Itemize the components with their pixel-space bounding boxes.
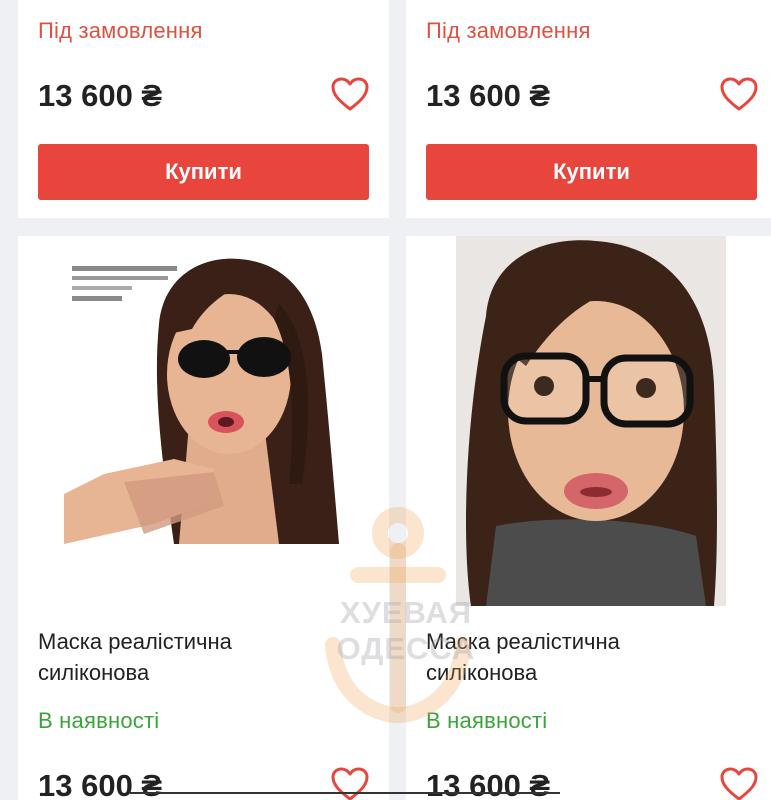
- product-photo[interactable]: [64, 244, 354, 544]
- product-price: 13 600 ₴: [426, 768, 551, 800]
- heart-icon[interactable]: [330, 766, 370, 800]
- product-price: 13 600 ₴: [426, 78, 551, 113]
- buy-button[interactable]: Купити: [38, 144, 369, 200]
- product-title-line[interactable]: силіконова: [426, 657, 620, 688]
- availability-status: Під замовлення: [426, 18, 591, 43]
- heart-icon[interactable]: [719, 766, 759, 800]
- product-price: 13 600 ₴: [38, 768, 163, 800]
- product-card[interactable]: Маска реалістична силіконова В наявності…: [18, 236, 389, 800]
- heart-icon[interactable]: [330, 76, 370, 112]
- product-title-line[interactable]: Маска реалістична: [426, 626, 620, 657]
- divider: [130, 792, 560, 794]
- product-title[interactable]: Маска реалістична силіконова: [38, 626, 232, 688]
- availability-status: Під замовлення: [38, 18, 203, 43]
- product-card[interactable]: Під замовлення 13 600 ₴ Купити: [18, 0, 389, 218]
- heart-icon[interactable]: [719, 76, 759, 112]
- product-price: 13 600 ₴: [38, 78, 163, 113]
- buy-button[interactable]: Купити: [426, 144, 757, 200]
- availability-status: В наявності: [38, 708, 160, 733]
- product-title-line[interactable]: Маска реалістична: [38, 626, 232, 657]
- product-title-line[interactable]: силіконова: [38, 657, 232, 688]
- product-photo[interactable]: [456, 236, 726, 606]
- product-card[interactable]: Маска реалістична силіконова В наявності…: [406, 236, 771, 800]
- product-title[interactable]: Маска реалістична силіконова: [426, 626, 620, 688]
- product-card[interactable]: Під замовлення 13 600 ₴ Купити: [406, 0, 771, 218]
- availability-status: В наявності: [426, 708, 548, 733]
